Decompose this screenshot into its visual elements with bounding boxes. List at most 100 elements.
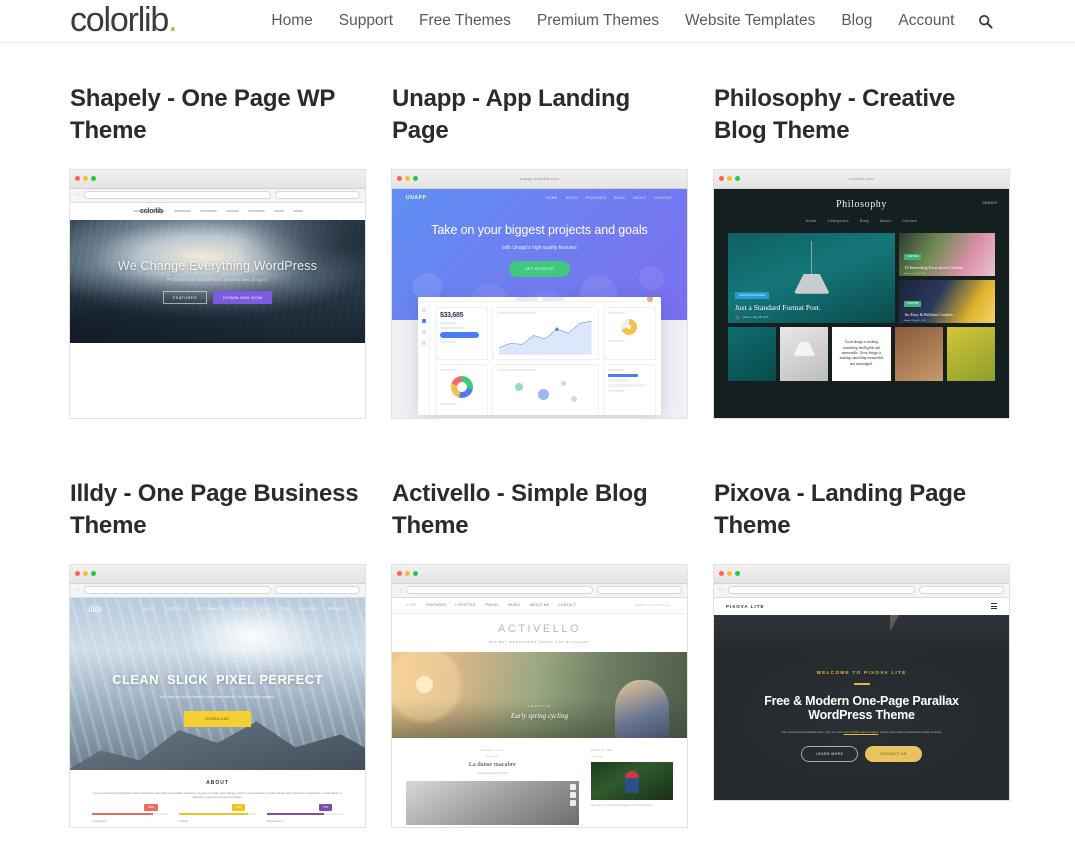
nav-item-support[interactable]: Support bbox=[339, 12, 393, 30]
preview-headline: Free & Modern One-Page Parallax WordPres… bbox=[764, 693, 959, 723]
skill-name: Typography bbox=[92, 819, 107, 824]
preview-menu-item: PORTFOLIO bbox=[164, 606, 187, 611]
preview-subhead: We'll help you build a beautiful WordPre… bbox=[159, 694, 276, 699]
site-logo[interactable]: colorlib. bbox=[70, 1, 178, 39]
theme-title-activello[interactable]: Activello - Simple Blog Theme bbox=[392, 478, 687, 543]
preview-menu: HOME INTRO FEATURES BLOG ABOUT CONTACT bbox=[546, 196, 673, 200]
dashboard-map-tile bbox=[492, 363, 599, 415]
theme-thumbnail-philosophy[interactable]: colorlib.com Philosophy SEARCH Home Cate… bbox=[714, 169, 1009, 418]
nav-item-blog[interactable]: Blog bbox=[841, 12, 872, 30]
nav-item-premium-themes[interactable]: Premium Themes bbox=[537, 12, 659, 30]
preview-post-tag: FEATURE bbox=[904, 253, 922, 260]
browser-search-field bbox=[597, 586, 682, 595]
preview-brand: PIXOVA LITE bbox=[726, 603, 765, 609]
dashboard-stat-tile: $33,685 bbox=[435, 306, 489, 360]
dashboard-donut-label bbox=[440, 402, 458, 405]
theme-title-philosophy[interactable]: Philosophy - Creative Blog Theme bbox=[714, 83, 1009, 148]
preview-skill-bars: 80% Typography 90% Design 75% Developmen… bbox=[92, 804, 343, 824]
preview-post-kicker: LIFESTYLE bbox=[480, 747, 505, 752]
preview-headline: CLEAN. SLICK. PIXEL PERFECT bbox=[112, 671, 323, 687]
preview-navbar: illdy ABOUT PORTFOLIO TESTIMONIALS CONTA… bbox=[70, 598, 365, 620]
main-navigation: Home Support Free Themes Premium Themes … bbox=[271, 12, 954, 30]
browser-tab-title: unapp.colorlib.com bbox=[520, 176, 559, 182]
preview-dashboard: $33,685 bbox=[418, 296, 661, 415]
preview-kicker: WELCOME TO PIXOVA LITE bbox=[816, 670, 907, 676]
window-controls-icon bbox=[75, 571, 96, 577]
preview-post: LIFESTYLE La danse macabre Posted on Aug… bbox=[406, 748, 579, 825]
nav-item-account[interactable]: Account bbox=[898, 12, 954, 30]
preview-search-input: Search and hit enter... bbox=[634, 603, 673, 608]
preview-menu-item: CONTACT bbox=[558, 603, 577, 608]
theme-thumbnail-unapp[interactable]: unapp.colorlib.com UNAPP HOME INTRO FEAT… bbox=[392, 169, 687, 418]
logo-text: colorlib bbox=[70, 1, 169, 39]
preview-nav-item bbox=[173, 210, 191, 213]
theme-card-pixova: Pixova - Landing Page Theme ‹ › PIXOVA L… bbox=[714, 478, 1009, 827]
preview-header: Philosophy SEARCH Home Categories Blog A… bbox=[714, 189, 1009, 223]
theme-thumbnail-activello[interactable]: ‹ › HOME FEATURED LIFESTYLE TRAVEL MUSIC… bbox=[392, 564, 687, 827]
window-controls-icon bbox=[719, 571, 740, 577]
theme-title-shapely[interactable]: Shapely - One Page WP Theme bbox=[70, 83, 365, 148]
theme-title-pixova[interactable]: Pixova - Landing Page Theme bbox=[714, 478, 1009, 543]
preview-search-icon: SEARCH bbox=[982, 200, 997, 205]
avatar bbox=[647, 296, 653, 302]
theme-title-illdy[interactable]: Illdy - One Page Business Theme bbox=[70, 478, 365, 543]
nav-item-free-themes[interactable]: Free Themes bbox=[419, 12, 511, 30]
preview-viewport: UNAPP HOME INTRO FEATURES BLOG ABOUT CON… bbox=[392, 188, 687, 418]
preview-subhead: Your cool business headline here. You ca… bbox=[781, 730, 942, 735]
preview-menu-item: SERVICES bbox=[327, 606, 347, 611]
preview-menu-item: FEATURES bbox=[585, 195, 607, 200]
preview-quote-text: Good design is making something intellig… bbox=[839, 340, 884, 366]
share-icons bbox=[569, 783, 576, 806]
preview-grid-item bbox=[728, 326, 777, 381]
preview-navbar: UNAPP HOME INTRO FEATURES BLOG ABOUT CON… bbox=[392, 189, 687, 207]
theme-thumbnail-pixova[interactable]: ‹ › PIXOVA LITE WELCOME TO PIXOVA LITE F… bbox=[714, 564, 1009, 800]
dashboard-gauge-tile bbox=[602, 306, 656, 360]
nav-item-home[interactable]: Home bbox=[271, 12, 312, 30]
preview-menu-item: Blog bbox=[860, 218, 869, 223]
search-icon[interactable] bbox=[976, 12, 994, 30]
dashboard-topbar bbox=[418, 296, 661, 302]
preview-tagline: MINIMAL WORDPRESS THEME FOR BLOGGERS bbox=[488, 639, 591, 644]
preview-brand: UNAPP bbox=[406, 194, 427, 201]
skill-bar: 75% Development bbox=[266, 804, 343, 823]
preview-secondary-button: FEATURES bbox=[162, 290, 207, 304]
preview-post-meta: Admin • May 18, 2016 bbox=[735, 314, 768, 320]
site-header: colorlib. Home Support Free Themes Premi… bbox=[0, 0, 1075, 43]
address-field bbox=[83, 191, 271, 200]
dashboard-summary-tile bbox=[602, 363, 656, 415]
address-field bbox=[405, 586, 593, 595]
preview-post-meta: Admin • May 18, 2016 bbox=[904, 319, 926, 322]
preview-cta-button: DOWNLOAD bbox=[183, 711, 252, 727]
preview-post-meta: Admin • May 18, 2016 bbox=[904, 272, 926, 275]
preview-viewport: PIXOVA LITE WELCOME TO PIXOVA LITE Free … bbox=[714, 597, 1009, 800]
preview-post-title: 10 Interesting Facts about Caffeine. bbox=[904, 264, 965, 270]
skill-bar: 80% Typography bbox=[92, 804, 169, 824]
browser-chrome bbox=[714, 564, 1009, 584]
browser-tab-title: colorlib.com bbox=[849, 176, 874, 182]
preview-sidebar-image bbox=[590, 761, 673, 800]
theme-thumbnail-shapely[interactable]: ‹ › colorlib We Change Everything WordPr… bbox=[70, 169, 365, 418]
preview-menu-item: TESTIMONIALS bbox=[195, 606, 224, 611]
preview-nav-item bbox=[225, 210, 239, 213]
address-field bbox=[727, 586, 915, 595]
preview-grid-item bbox=[946, 326, 996, 381]
preview-sidebar-text: Hey everyone, I'm Johanna. Creative, I'm… bbox=[590, 803, 653, 807]
address-field bbox=[83, 586, 271, 595]
nav-item-website-templates[interactable]: Website Templates bbox=[685, 12, 815, 30]
preview-menu-item: BLOG bbox=[614, 195, 626, 200]
preview-menu: Home Categories Blog About Contact bbox=[714, 219, 1009, 223]
preview-menu-item: About bbox=[879, 218, 892, 223]
preview-menu-item: ABOUT bbox=[142, 606, 156, 611]
theme-thumbnail-illdy[interactable]: ‹ › illdy ABOUT PORTFOLIO TESTIMONIALS C… bbox=[70, 564, 365, 827]
theme-title-unapp[interactable]: Unapp - App Landing Page bbox=[392, 83, 687, 148]
theme-row-1: Shapely - One Page WP Theme ‹ › colorlib bbox=[70, 83, 1009, 418]
preview-headline: We Change Everything WordPress bbox=[117, 258, 318, 273]
preview-viewport: illdy ABOUT PORTFOLIO TESTIMONIALS CONTA… bbox=[70, 597, 365, 827]
preview-grid-item bbox=[780, 326, 829, 381]
nav-arrows-icon: ‹ › bbox=[719, 587, 724, 594]
preview-viewport: HOME FEATURED LIFESTYLE TRAVEL MUSIC ABO… bbox=[392, 597, 687, 827]
preview-subhead: Professional WordPress themes and plugin… bbox=[167, 276, 268, 282]
preview-quote-item: Good design is making something intellig… bbox=[832, 326, 891, 381]
preview-cta-button: GET STARTED bbox=[508, 260, 571, 277]
preview-menu-item: Home bbox=[805, 218, 817, 223]
